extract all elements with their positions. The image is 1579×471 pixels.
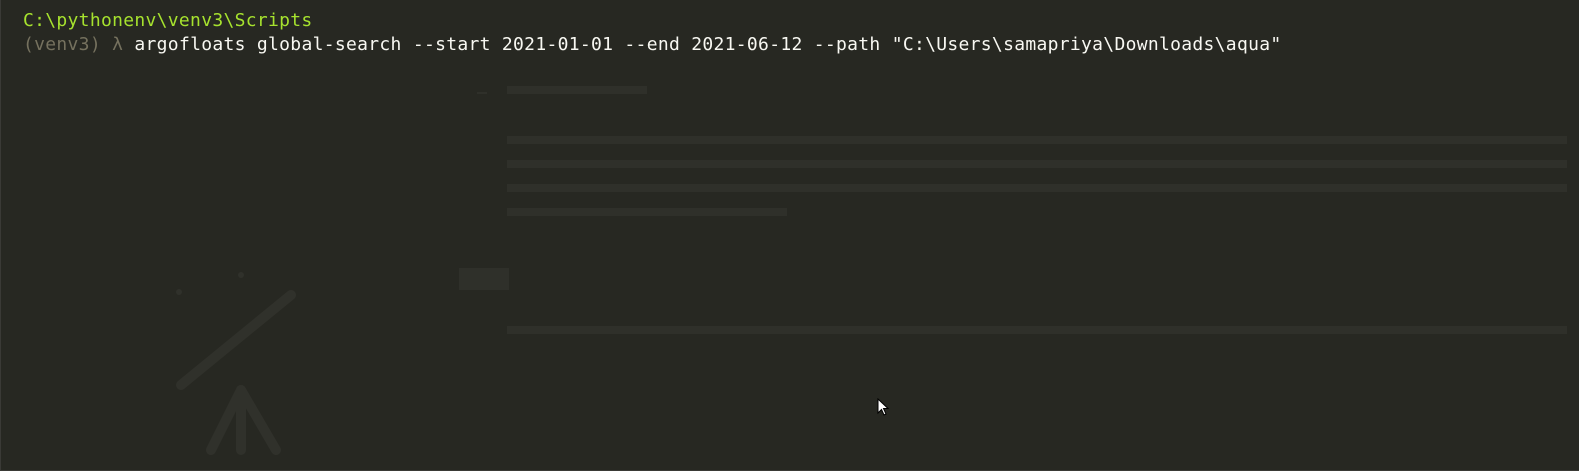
terminal-window[interactable]: C:\pythonenv\venv3\Scripts (venv3) λ arg… [0, 0, 1579, 471]
ghost-line [507, 86, 647, 94]
ghost-line [507, 184, 1567, 192]
ghost-line [507, 326, 1567, 334]
command-text: argofloats global-search --start 2021-01… [134, 34, 1282, 55]
mouse-pointer-icon [877, 398, 890, 416]
command-line[interactable]: (venv3) λ argofloats global-search --sta… [23, 33, 1282, 57]
venv-indicator: (venv3) [23, 34, 101, 55]
prompt-symbol: λ [112, 34, 124, 55]
ghost-highlight [459, 268, 509, 290]
ghost-line [477, 92, 487, 94]
ghost-line [507, 160, 1567, 168]
ghost-line [507, 136, 1567, 144]
working-directory: C:\pythonenv\venv3\Scripts [23, 10, 313, 31]
telescope-icon [176, 272, 296, 455]
ghost-line [507, 208, 787, 216]
